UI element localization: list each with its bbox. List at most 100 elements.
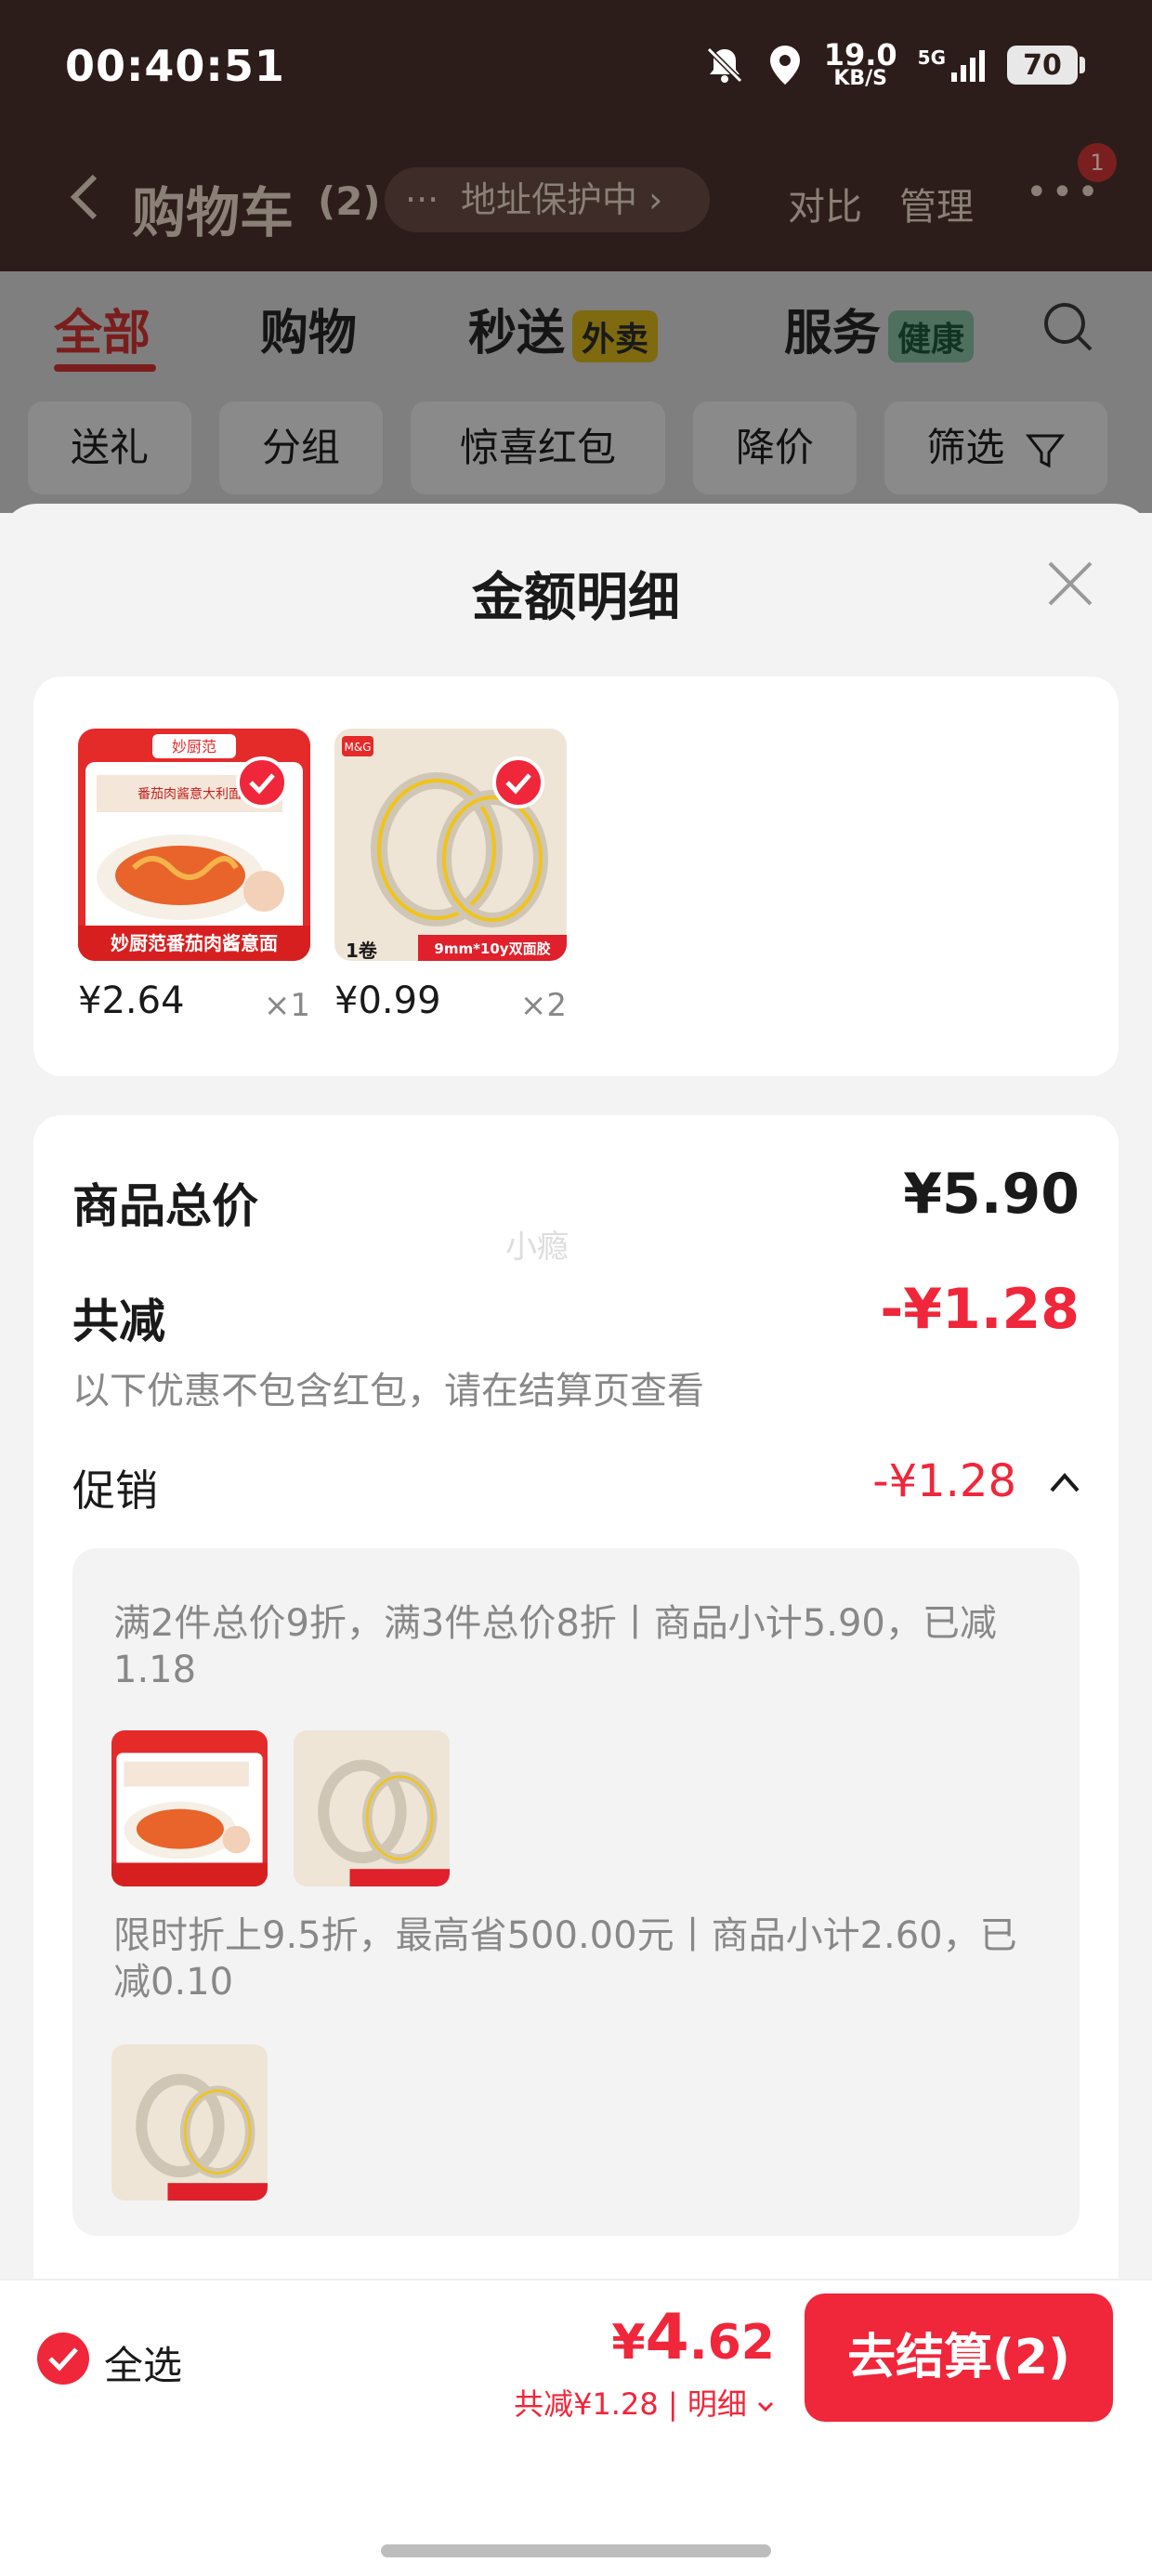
- tab-services[interactable]: 服务 健康: [784, 294, 975, 363]
- back-button[interactable]: [65, 171, 102, 231]
- promo-rule-text: 限时折上9.5折，最高省500.00元丨商品小计2.60，已减0.10: [113, 1914, 1017, 2004]
- goods-total-label: 商品总价: [72, 1179, 258, 1233]
- discount-value: -¥1.28: [880, 1277, 1080, 1342]
- search-button[interactable]: [1041, 299, 1096, 359]
- product-item[interactable]: 妙厨范 番茄肉酱意大利面 妙厨范番茄肉酱意面 ¥2.64 ×1: [78, 729, 310, 1024]
- chevron-up-icon: [1050, 1472, 1080, 1492]
- goods-total-value: ¥5.90: [903, 1162, 1080, 1227]
- chevron-left-icon: [70, 174, 98, 220]
- net-speed-unit: KB/S: [833, 67, 888, 90]
- product-qty: ×2: [519, 987, 567, 1024]
- total-price-decimal: .62: [688, 2315, 775, 2371]
- promo-product-thumb[interactable]: [111, 2044, 268, 2201]
- product-item[interactable]: M&G 1卷 9mm*10y双面胶 ¥0.99 ×2: [334, 729, 567, 1024]
- chip-filter-label: 筛选: [926, 425, 1005, 470]
- tape-thumb-image: [294, 1730, 450, 1886]
- pasta-box-title-text: 番茄肉酱意大利面: [137, 786, 242, 802]
- product-selected-check[interactable]: [492, 756, 544, 808]
- net-speed-value: 19.0: [823, 37, 897, 72]
- chip-filter[interactable]: 筛选: [884, 401, 1107, 494]
- product-price: ¥2.64: [78, 979, 185, 1022]
- promo-value[interactable]: -¥1.28: [872, 1455, 1016, 1507]
- chevron-right-icon: ›: [648, 179, 663, 220]
- product-selected-check[interactable]: [236, 756, 288, 808]
- address-protection-pill[interactable]: ··· 地址保护中 ›: [385, 167, 710, 232]
- promo-collapse-toggle[interactable]: [1048, 1468, 1081, 1500]
- amount-detail-sheet: 金额明细 妙厨范 番茄肉酱意大利面 妙厨范番茄肉酱意面 ¥2.64 ×1 M&G…: [0, 504, 1152, 2279]
- chevron-down-icon: [757, 2401, 774, 2412]
- checkmark-icon: [48, 2347, 78, 2372]
- promo-label[interactable]: 促销: [72, 1457, 158, 1518]
- filter-funnel-icon: [1025, 434, 1065, 467]
- tab-all[interactable]: 全部: [54, 294, 151, 363]
- tab-active-underline: [54, 364, 156, 372]
- pasta-banner-text: 妙厨范番茄肉酱意面: [111, 932, 278, 954]
- total-discount-detail-link[interactable]: 共减¥1.28 | 明细: [514, 2381, 775, 2424]
- select-all-label[interactable]: 全选: [104, 2334, 182, 2391]
- close-icon: [1048, 561, 1093, 606]
- mute-bell-icon: [706, 46, 742, 84]
- home-area: [0, 2433, 1152, 2576]
- cart-tabs: 全部 购物 秒送 外卖 服务 健康: [0, 294, 1152, 372]
- checkout-button[interactable]: 去结算(2): [805, 2293, 1113, 2422]
- status-time: 00:40:51: [65, 41, 285, 91]
- tab-shopping-label: 购物: [260, 306, 358, 361]
- tab-health-tag: 健康: [888, 310, 975, 362]
- total-price-currency: ¥: [611, 2315, 646, 2371]
- tape-banner-text: 9mm*10y双面胶: [434, 940, 550, 957]
- net-speed: 19.0 KB/S: [823, 37, 897, 90]
- tab-all-label: 全部: [54, 306, 151, 361]
- manage-button[interactable]: 管理: [899, 177, 974, 230]
- total-price-integer: 4: [645, 2301, 689, 2374]
- chip-surprise-redpacket[interactable]: 惊喜红包: [411, 401, 665, 494]
- tab-shopping[interactable]: 购物: [260, 294, 357, 363]
- signal-label: 5G: [917, 46, 946, 69]
- close-button[interactable]: [1042, 556, 1098, 611]
- tape-count-text: 1卷: [346, 940, 378, 961]
- cart-nav-bar: 购物车 (2) ··· 地址保护中 › 对比 管理 ••• 1: [0, 143, 1152, 251]
- tab-takeout-tag: 外卖: [572, 310, 659, 362]
- home-indicator[interactable]: [381, 2544, 771, 2557]
- tape-thumb-image: [111, 2044, 268, 2201]
- checkmark-icon: [249, 773, 275, 795]
- watermark-text: 小瘾: [505, 1229, 569, 1266]
- total-discount-detail-label: 共减¥1.28 | 明细: [514, 2386, 747, 2422]
- sheet-title: 金额明细: [472, 568, 680, 628]
- promo-product-thumb[interactable]: [111, 1730, 268, 1886]
- promo-product-thumb[interactable]: [294, 1730, 450, 1886]
- pill-dots-icon: ···: [405, 179, 439, 220]
- status-bar: 00:40:51 19.0 KB/S 5G 70: [0, 0, 1152, 139]
- product-image-pasta[interactable]: 妙厨范 番茄肉酱意大利面 妙厨范番茄肉酱意面: [78, 729, 310, 961]
- address-protection-label: 地址保护中: [461, 179, 638, 220]
- chip-price-drop[interactable]: 降价: [693, 401, 857, 494]
- checkmark-icon: [505, 773, 531, 795]
- battery-indicator: 70: [1007, 46, 1085, 85]
- promo-details-box: 满2件总价9折，满3件总价8折丨商品小计5.90，已减1.18 限时折上9.5折…: [72, 1548, 1080, 2236]
- discount-note: 以下优惠不包含红包，请在结算页查看: [72, 1370, 704, 1413]
- signal-bars-icon: [951, 50, 985, 82]
- search-icon: [1044, 303, 1093, 351]
- chip-group[interactable]: 分组: [219, 401, 383, 494]
- compare-button[interactable]: 对比: [788, 177, 862, 230]
- tape-brand-text: M&G: [344, 741, 371, 754]
- tab-services-label: 服务: [784, 306, 882, 361]
- pasta-thumb-image: [111, 1730, 268, 1886]
- notification-badge: 1: [1078, 143, 1117, 182]
- product-price: ¥0.99: [334, 979, 441, 1022]
- chip-gift[interactable]: 送礼: [28, 401, 191, 494]
- selected-products-card: 妙厨范 番茄肉酱意大利面 妙厨范番茄肉酱意面 ¥2.64 ×1 M&G 1卷 9…: [33, 677, 1119, 1076]
- discount-label: 共减: [72, 1295, 165, 1348]
- total-price: ¥4.62: [611, 2301, 775, 2374]
- page-title: 购物车: [132, 181, 295, 244]
- status-icons: 19.0 KB/S 5G 70: [703, 37, 1085, 90]
- location-icon: [769, 46, 800, 85]
- filter-chips: 送礼 分组 惊喜红包 降价 筛选: [0, 401, 1152, 494]
- tab-instant-delivery[interactable]: 秒送 外卖: [468, 294, 659, 363]
- checkout-bar: 全选 ¥4.62 共减¥1.28 | 明细 去结算(2): [0, 2279, 1152, 2433]
- price-detail-card: 商品总价 ¥5.90 小瘾 共减 -¥1.28 以下优惠不包含红包，请在结算页查…: [33, 1115, 1119, 2279]
- select-all-checkbox[interactable]: [37, 2333, 89, 2385]
- signal-indicator: 5G: [918, 46, 987, 84]
- product-image-tape[interactable]: M&G 1卷 9mm*10y双面胶: [334, 729, 567, 961]
- product-qty: ×1: [263, 987, 310, 1024]
- promo-rule-text: 满2件总价9折，满3件总价8折丨商品小计5.90，已减1.18: [113, 1602, 997, 1691]
